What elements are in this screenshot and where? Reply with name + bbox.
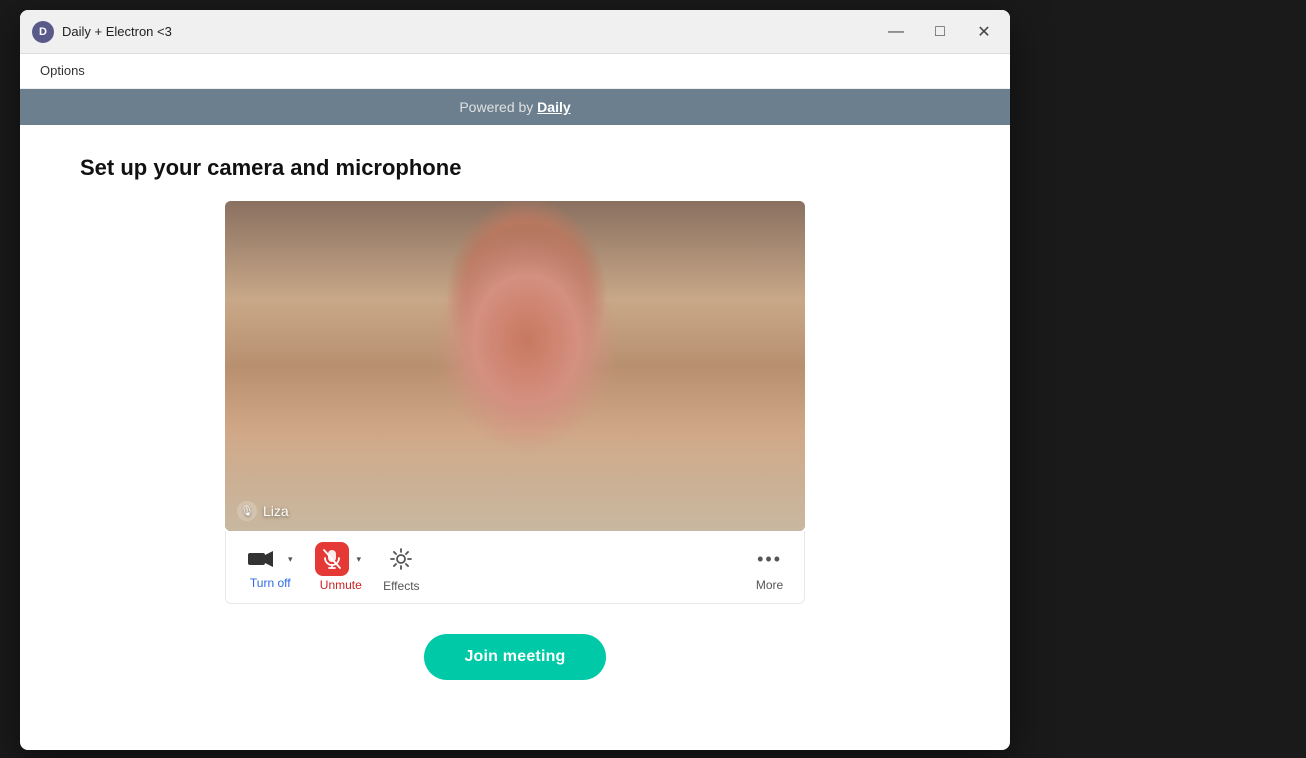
main-content: Set up your camera and microphone 🎙 Liza [20, 125, 1010, 750]
turn-off-label: Turn off [250, 576, 291, 590]
options-bar: Options [20, 54, 1010, 89]
camera-chevron-icon: ▾ [288, 555, 293, 564]
setup-title: Set up your camera and microphone [80, 155, 461, 181]
video-person-label: 🎙 Liza [237, 501, 289, 521]
effects-sun-icon [389, 547, 413, 571]
person-video [225, 201, 805, 531]
more-label: More [756, 578, 783, 592]
more-dots-icon: ••• [757, 549, 782, 570]
camera-btn-row: ▾ [242, 544, 299, 574]
daily-link[interactable]: Daily [537, 99, 570, 115]
camera-chevron-button[interactable]: ▾ [282, 549, 299, 570]
person-name: Liza [263, 503, 289, 519]
close-button[interactable]: ✕ [970, 18, 998, 46]
unmute-label: Unmute [320, 578, 362, 592]
minimize-button[interactable]: — [882, 18, 910, 46]
mic-chevron-icon: ▾ [357, 555, 362, 564]
mic-control-group: ▾ Unmute [315, 542, 368, 592]
mic-chevron-button[interactable]: ▾ [351, 549, 368, 570]
app-window: D Daily + Electron <3 — □ ✕ Options Powe… [20, 10, 1010, 750]
maximize-button[interactable]: □ [926, 18, 954, 46]
window-title: Daily + Electron <3 [62, 24, 882, 39]
effects-control-group: Effects [383, 541, 419, 593]
camera-icon [248, 550, 274, 568]
options-link[interactable]: Options [40, 63, 85, 78]
controls-bar: ▾ Turn off [225, 531, 805, 604]
effects-btn-row [383, 541, 419, 577]
app-icon: D [32, 21, 54, 43]
camera-control-group: ▾ Turn off [242, 544, 299, 590]
camera-toggle-button[interactable] [242, 544, 280, 574]
mic-muted-icon [323, 549, 341, 569]
powered-bar: Powered by Daily [20, 89, 1010, 125]
title-bar: D Daily + Electron <3 — □ ✕ [20, 10, 1010, 54]
mic-btn-row: ▾ [315, 542, 368, 576]
window-controls: — □ ✕ [882, 18, 998, 46]
effects-button[interactable] [383, 541, 419, 577]
mic-toggle-button[interactable] [315, 542, 349, 576]
video-preview: 🎙 Liza [225, 201, 805, 531]
mic-muted-indicator: 🎙 [237, 501, 257, 521]
join-meeting-button[interactable]: Join meeting [424, 634, 605, 680]
powered-by-text: Powered by [459, 99, 537, 115]
more-control-group: ••• More [751, 543, 788, 592]
effects-label: Effects [383, 579, 419, 593]
more-button[interactable]: ••• [751, 543, 788, 576]
